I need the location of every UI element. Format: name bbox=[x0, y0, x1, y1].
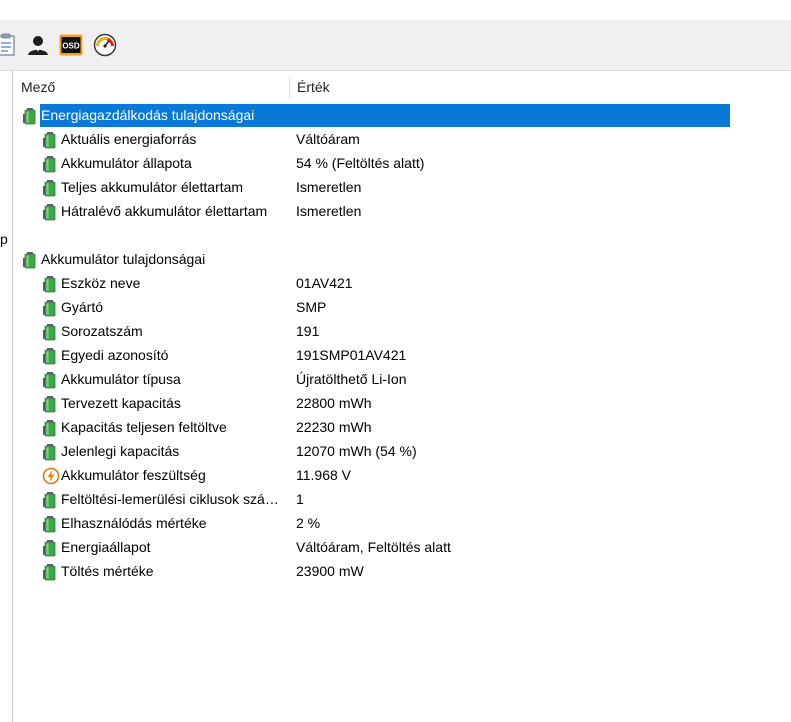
field-value: Ismeretlen bbox=[296, 203, 362, 219]
field-value: Újratölthető Li-Ion bbox=[296, 371, 407, 387]
battery-icon bbox=[42, 395, 58, 413]
field-label: Gyártó bbox=[61, 299, 104, 315]
list-item[interactable]: Hátralévő akkumulátor élettartam Ismeretl… bbox=[13, 200, 791, 224]
list-item[interactable]: Akkumulátor állapota 54 % (Feltöltés alat… bbox=[13, 152, 791, 176]
battery-icon bbox=[42, 275, 58, 293]
battery-icon bbox=[42, 347, 58, 365]
list-header: Mező Érték bbox=[13, 75, 791, 101]
list-item[interactable]: Eszköz neve 01AV421 bbox=[13, 272, 791, 296]
title-strip bbox=[0, 0, 791, 20]
field-value: 23900 mW bbox=[296, 563, 364, 579]
field-label: Kapacitás teljesen feltöltve bbox=[61, 419, 227, 435]
voltage-icon bbox=[42, 467, 60, 485]
battery-icon bbox=[42, 179, 58, 197]
section-title: Akkumulátor tulajdonságai bbox=[41, 251, 206, 267]
battery-icon bbox=[22, 251, 38, 269]
section-title: Energiagazdálkodás tulajdonságai bbox=[41, 107, 255, 123]
field-label: Jelenlegi kapacitás bbox=[61, 443, 180, 459]
field-label: Sorozatszám bbox=[61, 323, 143, 339]
field-label: Egyedi azonosító bbox=[61, 347, 169, 363]
osd-icon[interactable]: OSD bbox=[59, 33, 83, 57]
list-item[interactable]: Gyártó SMP bbox=[13, 296, 791, 320]
field-value: 12070 mWh (54 %) bbox=[296, 443, 417, 459]
list-item[interactable]: Elhasználódás mértéke 2 % bbox=[13, 512, 791, 536]
field-value: 2 % bbox=[296, 515, 321, 531]
property-list[interactable]: Mező Érték Energiagazdálkodás tulajdonsá… bbox=[13, 71, 791, 722]
list-item[interactable]: Energiaállapot Váltóáram, Feltöltés alatt bbox=[13, 536, 791, 560]
svg-text:OSD: OSD bbox=[62, 42, 80, 51]
list-item[interactable]: Tervezett kapacitás 22800 mWh bbox=[13, 392, 791, 416]
list-item[interactable]: Sorozatszám 191 bbox=[13, 320, 791, 344]
list-item[interactable]: Feltöltési-lemerülési ciklusok szá… 1 bbox=[13, 488, 791, 512]
battery-icon bbox=[42, 371, 58, 389]
list-item[interactable]: Kapacitás teljesen feltöltve 22230 mWh bbox=[13, 416, 791, 440]
gauge-icon[interactable] bbox=[93, 33, 117, 57]
list-item[interactable]: Akkumulátor feszültség 11.968 V bbox=[13, 464, 791, 488]
toolbar: OSD bbox=[0, 20, 791, 71]
list-item[interactable]: Aktuális energiaforrás Váltóáram bbox=[13, 128, 791, 152]
field-value: 1 bbox=[296, 491, 304, 507]
column-header-value[interactable]: Érték bbox=[297, 79, 330, 95]
field-label: Hátralévő akkumulátor élettartam bbox=[61, 203, 268, 219]
field-label: Akkumulátor állapota bbox=[61, 155, 192, 171]
list-item[interactable]: Teljes akkumulátor élettartam Ismeretlen bbox=[13, 176, 791, 200]
field-label: Eszköz neve bbox=[61, 275, 141, 291]
list-item[interactable]: Akkumulátor típusa Újratölthető Li-Ion bbox=[13, 368, 791, 392]
battery-icon bbox=[42, 515, 58, 533]
field-label: Akkumulátor típusa bbox=[61, 371, 181, 387]
field-value: Váltóáram bbox=[296, 131, 360, 147]
battery-icon bbox=[42, 131, 58, 149]
battery-icon bbox=[42, 443, 58, 461]
field-label: Aktuális energiaforrás bbox=[61, 131, 197, 147]
battery-icon bbox=[42, 299, 58, 317]
list-item[interactable]: Jelenlegi kapacitás 12070 mWh (54 %) bbox=[13, 440, 791, 464]
field-value: 11.968 V bbox=[296, 467, 352, 483]
battery-icon bbox=[22, 107, 38, 125]
battery-icon bbox=[42, 419, 58, 437]
section-header[interactable]: Energiagazdálkodás tulajdonságai bbox=[13, 104, 791, 128]
battery-icon bbox=[42, 323, 58, 341]
field-label: Elhasználódás mértéke bbox=[61, 515, 207, 531]
column-separator[interactable] bbox=[289, 78, 290, 98]
field-value: 22230 mWh bbox=[296, 419, 372, 435]
field-label: Teljes akkumulátor élettartam bbox=[61, 179, 244, 195]
battery-icon bbox=[42, 203, 58, 221]
report-icon[interactable] bbox=[0, 33, 18, 57]
column-header-field[interactable]: Mező bbox=[21, 79, 55, 95]
field-label: Akkumulátor feszültség bbox=[61, 467, 206, 483]
field-value: 191SMP01AV421 bbox=[296, 347, 407, 363]
field-value: 22800 mWh bbox=[296, 395, 372, 411]
battery-icon bbox=[42, 563, 58, 581]
field-value: 01AV421 bbox=[296, 275, 353, 291]
battery-icon bbox=[42, 491, 58, 509]
field-label: Energiaállapot bbox=[61, 539, 151, 555]
field-label: Feltöltési-lemerülési ciklusok szá… bbox=[61, 491, 279, 507]
battery-icon bbox=[42, 155, 58, 173]
field-value: Váltóáram, Feltöltés alatt bbox=[296, 539, 451, 555]
field-value: 191 bbox=[296, 323, 320, 339]
user-icon[interactable] bbox=[26, 33, 50, 57]
field-value: 54 % (Feltöltés alatt) bbox=[296, 155, 425, 171]
field-label: Tervezett kapacitás bbox=[61, 395, 181, 411]
field-value: Ismeretlen bbox=[296, 179, 362, 195]
list-item[interactable]: Töltés mértéke 23900 mW bbox=[13, 560, 791, 584]
field-label: Töltés mértéke bbox=[61, 563, 154, 579]
field-value: SMP bbox=[296, 299, 327, 315]
battery-icon bbox=[42, 539, 58, 557]
section-header[interactable]: Akkumulátor tulajdonságai bbox=[13, 248, 791, 272]
left-pane-text: p bbox=[0, 231, 8, 247]
left-pane: p bbox=[0, 71, 13, 722]
list-item[interactable]: Egyedi azonosító 191SMP01AV421 bbox=[13, 344, 791, 368]
